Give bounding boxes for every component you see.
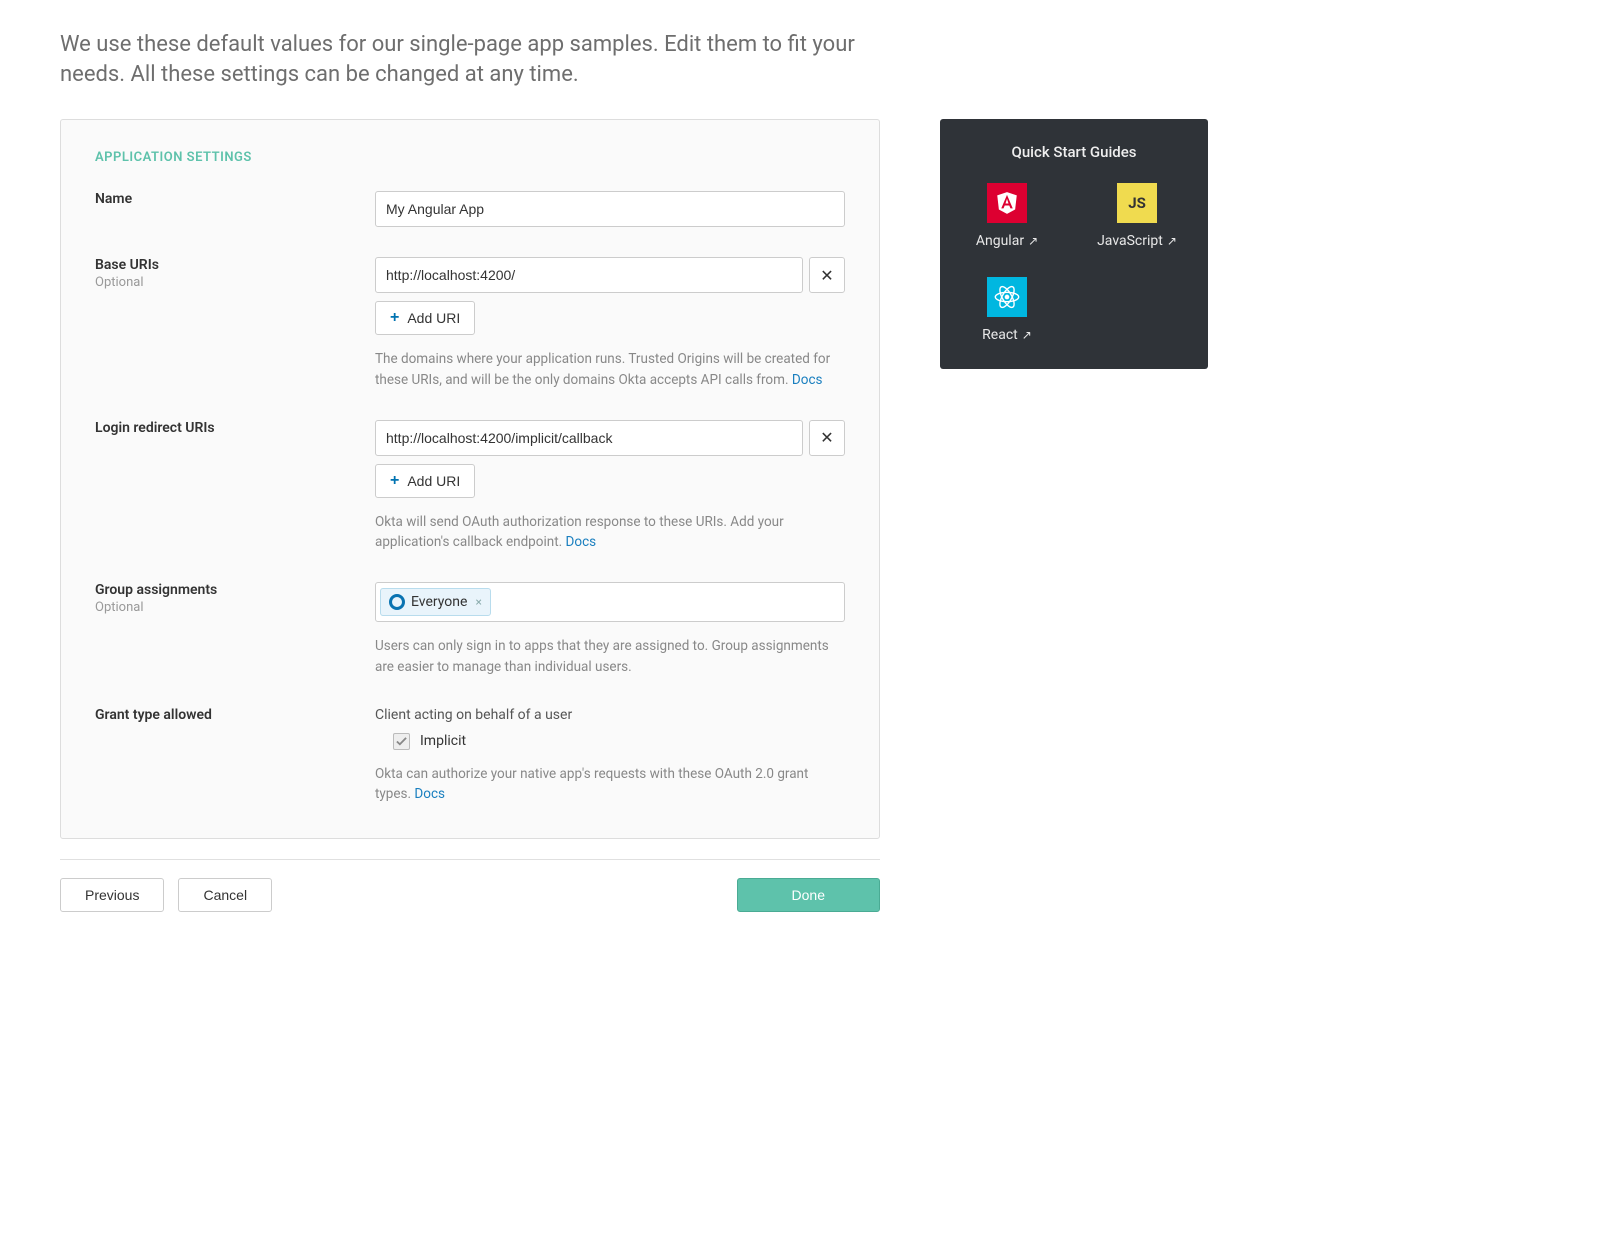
group-assignments-label: Group assignments [95,582,375,598]
name-input[interactable] [375,191,845,227]
settings-panel: APPLICATION SETTINGS Name Base URIs Opti… [60,119,880,839]
close-icon: ✕ [820,428,833,447]
base-uri-add-label: Add URI [407,310,460,326]
guide-label: Angular [976,233,1024,249]
login-redirect-help: Okta will send OAuth authorization respo… [375,512,845,553]
external-link-icon: ↗ [1022,328,1032,342]
login-redirect-input-0[interactable] [375,420,803,456]
quick-start-sidebar: Quick Start Guides Angular ↗ JS JavaScri… [940,119,1208,369]
login-redirect-docs-link[interactable]: Docs [566,534,597,550]
grant-option-label: Implicit [420,733,466,749]
sidebar-title: Quick Start Guides [962,143,1186,161]
grant-type-help: Okta can authorize your native app's req… [375,764,845,805]
login-redirect-add-button[interactable]: + Add URI [375,464,475,498]
login-redirect-label: Login redirect URIs [95,420,375,436]
previous-button[interactable]: Previous [60,878,164,912]
login-redirect-row: Login redirect URIs ✕ + Add URI Okta w [95,420,845,553]
checkbox-icon [393,733,410,750]
javascript-icon: JS [1117,183,1157,223]
group-assignments-sublabel: Optional [95,600,375,615]
plus-icon: + [390,472,399,490]
base-uris-label: Base URIs [95,257,375,273]
group-icon [389,594,405,610]
angular-icon [987,183,1027,223]
group-assignments-row: Group assignments Optional Everyone × U [95,582,845,677]
guide-label: React [982,327,1018,343]
grant-option-implicit: Implicit [393,733,845,750]
grant-type-row: Grant type allowed Client acting on beha… [95,707,845,805]
section-title: APPLICATION SETTINGS [95,150,845,165]
group-assignments-input[interactable]: Everyone × [375,582,845,622]
base-uri-add-button[interactable]: + Add URI [375,301,475,335]
external-link-icon: ↗ [1028,234,1038,248]
page-intro: We use these default values for our sing… [60,30,880,89]
footer-bar: Previous Cancel Done [60,859,880,912]
login-redirect-add-label: Add URI [407,473,460,489]
external-link-icon: ↗ [1167,234,1177,248]
name-row: Name [95,191,845,227]
react-icon [987,277,1027,317]
cancel-button[interactable]: Cancel [178,878,272,912]
name-label: Name [95,191,375,207]
base-uris-sublabel: Optional [95,275,375,290]
grant-type-docs-link[interactable]: Docs [414,786,445,802]
chip-remove-icon[interactable]: × [475,595,481,609]
guide-angular[interactable]: Angular ↗ [962,183,1052,249]
group-assignments-help: Users can only sign in to apps that they… [375,636,845,677]
guide-react[interactable]: React ↗ [962,277,1052,343]
base-uris-docs-link[interactable]: Docs [792,372,823,388]
grant-type-label: Grant type allowed [95,707,375,723]
close-icon: ✕ [820,266,833,285]
done-button[interactable]: Done [737,878,880,912]
guide-javascript[interactable]: JS JavaScript ↗ [1092,183,1182,249]
group-chip-everyone[interactable]: Everyone × [380,588,491,616]
login-redirect-remove-0[interactable]: ✕ [809,420,845,456]
plus-icon: + [390,309,399,327]
base-uris-row: Base URIs Optional ✕ + Add URI [95,257,845,390]
base-uris-help: The domains where your application runs.… [375,349,845,390]
base-uri-remove-0[interactable]: ✕ [809,257,845,293]
group-chip-label: Everyone [411,594,467,610]
base-uri-input-0[interactable] [375,257,803,293]
guide-label: JavaScript [1097,233,1163,249]
grant-type-heading: Client acting on behalf of a user [375,707,845,723]
